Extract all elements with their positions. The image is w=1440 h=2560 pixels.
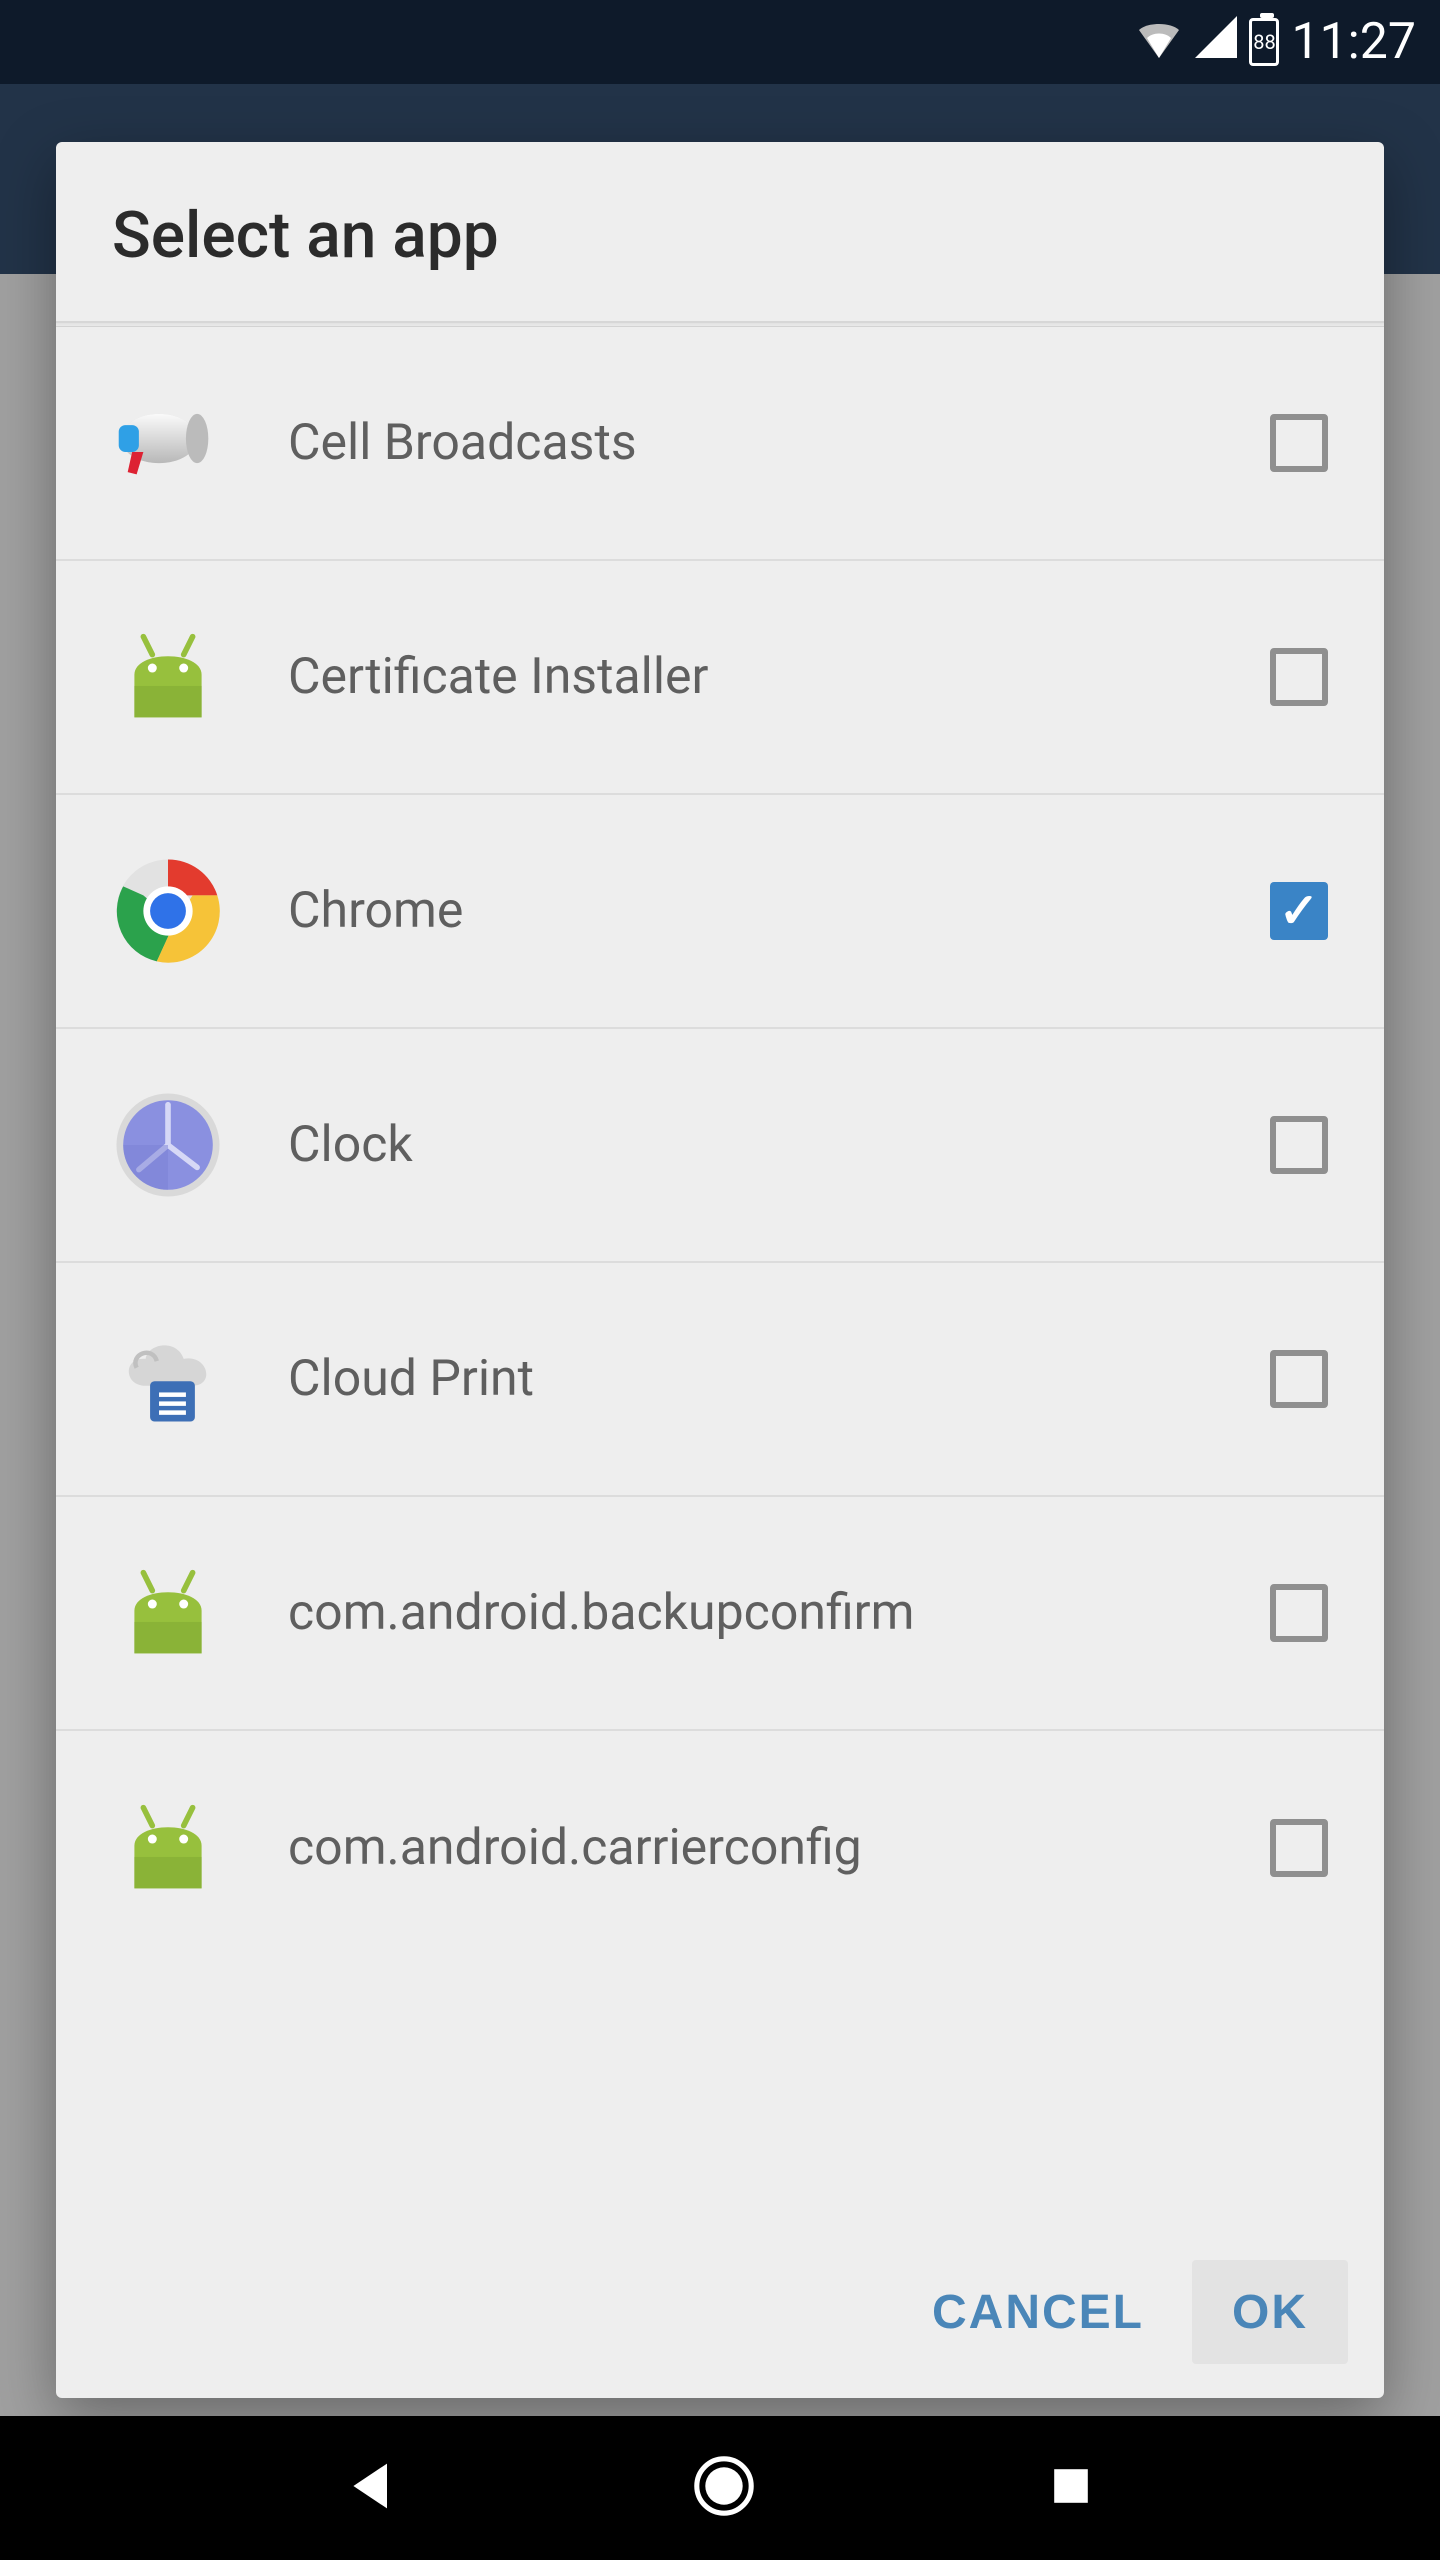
battery-icon: 88 — [1249, 18, 1279, 66]
checkbox[interactable] — [1270, 648, 1328, 706]
check-icon: ✓ — [1279, 887, 1319, 935]
checkbox[interactable] — [1270, 1584, 1328, 1642]
android-icon — [112, 1557, 224, 1669]
recent-icon[interactable] — [1047, 2462, 1095, 2514]
list-item[interactable]: Cloud Print — [56, 1263, 1384, 1497]
checkbox[interactable] — [1270, 1350, 1328, 1408]
app-label: Clock — [224, 1116, 1270, 1174]
app-label: com.android.carrierconfig — [224, 1819, 1270, 1877]
dialog-footer: CANCEL OK — [56, 2226, 1384, 2398]
checkbox[interactable]: ✓ — [1270, 882, 1328, 940]
android-icon — [112, 1792, 224, 1904]
app-list[interactable]: Cell Broadcasts Certificate Installer — [56, 327, 1384, 2226]
list-item[interactable]: com.android.backupconfirm — [56, 1497, 1384, 1731]
android-icon — [112, 621, 224, 733]
cellular-icon — [1195, 13, 1237, 71]
app-label: Certificate Installer — [224, 648, 1270, 706]
select-app-dialog: Select an app Cell Broadcasts — [56, 142, 1384, 2398]
checkbox[interactable] — [1270, 1819, 1328, 1877]
ok-button[interactable]: OK — [1192, 2260, 1348, 2364]
clock-icon — [112, 1089, 224, 1201]
list-item[interactable]: Clock — [56, 1029, 1384, 1263]
navigation-bar — [0, 2416, 1440, 2560]
chrome-icon — [112, 855, 224, 967]
battery-level: 88 — [1253, 32, 1275, 52]
clock-text: 11:27 — [1291, 13, 1416, 71]
list-item[interactable]: Cell Broadcasts — [56, 327, 1384, 561]
wifi-icon — [1135, 13, 1183, 71]
checkbox[interactable] — [1270, 414, 1328, 472]
cancel-button[interactable]: CANCEL — [892, 2260, 1184, 2364]
list-item[interactable]: com.android.carrierconfig — [56, 1731, 1384, 1965]
back-icon[interactable] — [345, 2458, 401, 2518]
megaphone-icon — [112, 387, 224, 499]
cloud-print-icon — [112, 1323, 224, 1435]
app-label: Cell Broadcasts — [224, 414, 1270, 472]
status-bar: 88 11:27 — [0, 0, 1440, 84]
app-label: com.android.backupconfirm — [224, 1584, 1270, 1642]
list-item[interactable]: Certificate Installer — [56, 561, 1384, 795]
checkbox[interactable] — [1270, 1116, 1328, 1174]
dialog-title: Select an app — [56, 142, 1384, 321]
home-icon[interactable] — [690, 2452, 758, 2524]
app-label: Cloud Print — [224, 1350, 1270, 1408]
list-item[interactable]: Chrome ✓ — [56, 795, 1384, 1029]
app-label: Chrome — [224, 882, 1270, 940]
